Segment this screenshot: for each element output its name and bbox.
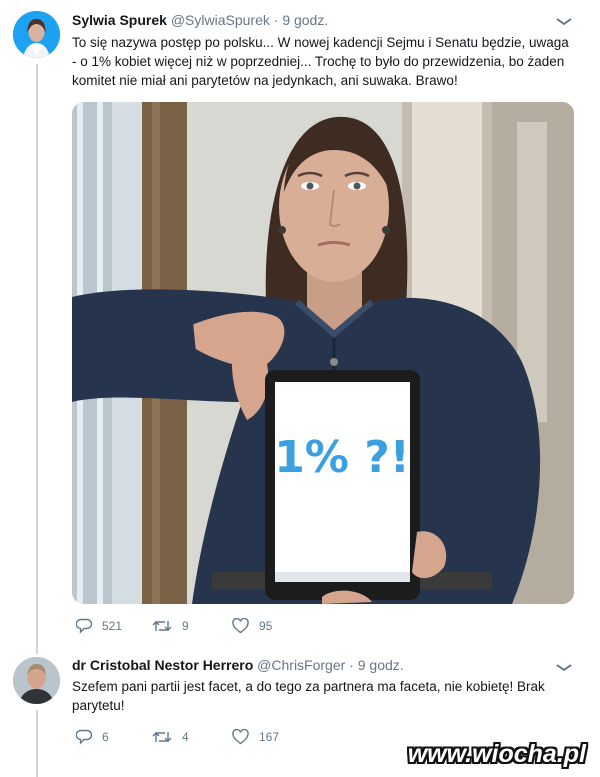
- retweet-count: 4: [182, 730, 189, 744]
- avatar[interactable]: [13, 657, 60, 704]
- reply-button[interactable]: 6: [76, 729, 109, 745]
- like-button[interactable]: 167: [232, 729, 279, 745]
- separator: ·: [273, 12, 279, 28]
- separator: ·: [349, 657, 354, 673]
- site-watermark: www.wiocha.pl: [407, 740, 586, 768]
- retweet-icon: [152, 732, 172, 742]
- chevron-down-icon[interactable]: [556, 14, 573, 29]
- thread-connector: [36, 710, 38, 777]
- like-button[interactable]: 95: [232, 618, 272, 634]
- author-handle[interactable]: @SylwiaSpurek: [171, 12, 270, 28]
- retweet-icon: [152, 621, 172, 631]
- timestamp[interactable]: 9 godz.: [358, 657, 404, 673]
- like-icon: [232, 729, 249, 745]
- tablet-sign-text: 1% ?!: [274, 432, 410, 483]
- retweet-count: 9: [182, 619, 189, 633]
- timestamp[interactable]: 9 godz.: [282, 12, 328, 28]
- reply-count: 521: [102, 619, 123, 633]
- tweet-photo[interactable]: 1% ?!: [72, 102, 574, 604]
- reply-icon: [76, 729, 92, 745]
- like-icon: [232, 618, 249, 634]
- like-count: 167: [259, 730, 280, 744]
- tweet-header: Sylwia Spurek @SylwiaSpurek · 9 godz.: [72, 12, 328, 28]
- retweet-button[interactable]: 4: [152, 729, 189, 745]
- chevron-down-icon[interactable]: [556, 660, 573, 675]
- author-handle[interactable]: @ChrisForger: [257, 657, 345, 673]
- thread-connector: [36, 64, 38, 654]
- tweet-text: To się nazywa postęp po polsku... W nowe…: [72, 35, 569, 88]
- avatar[interactable]: [13, 11, 60, 58]
- tweet-header: dr Cristobal Nestor Herrero @ChrisForger…: [72, 657, 404, 673]
- tweet-text: Szefem pani partii jest facet, a do tego…: [72, 679, 545, 713]
- like-count: 95: [259, 619, 273, 633]
- author-name[interactable]: Sylwia Spurek: [72, 12, 167, 28]
- reply-count: 6: [102, 730, 109, 744]
- reply-button[interactable]: 521: [76, 618, 122, 634]
- reply-icon: [76, 618, 92, 634]
- retweet-button[interactable]: 9: [152, 618, 189, 634]
- author-name[interactable]: dr Cristobal Nestor Herrero: [72, 657, 253, 673]
